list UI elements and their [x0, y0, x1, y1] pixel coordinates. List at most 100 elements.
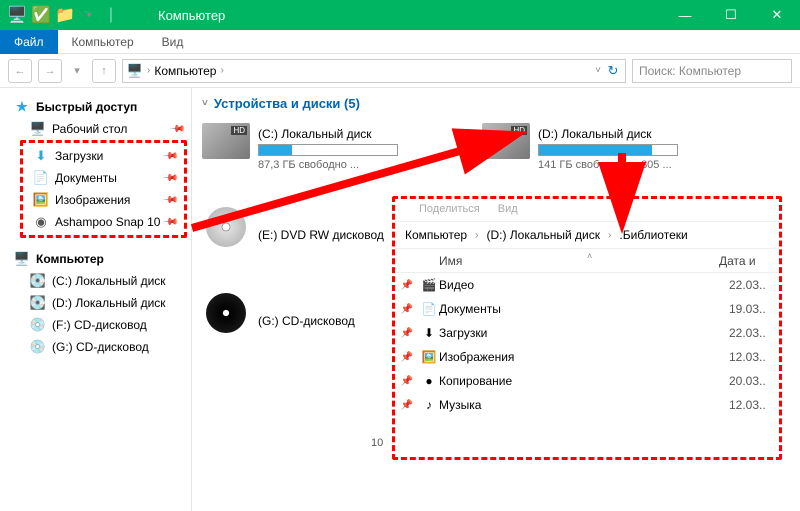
picture-icon: 🖼️: [33, 192, 49, 208]
quick-access-toolbar: 🖥️ ✅ 📁 ▾: [6, 4, 100, 26]
sidebar-item-label: (G:) CD-дисковод: [52, 340, 149, 354]
list-item[interactable]: 📌⬇Загрузки22.03..: [395, 321, 779, 345]
refresh-icon[interactable]: ↻: [605, 63, 621, 79]
sidebar-item-downloads[interactable]: ⬇ Загрузки 📌: [23, 145, 184, 167]
nav-up-button[interactable]: ↑: [92, 59, 116, 83]
computer-icon: 🖥️: [127, 63, 143, 79]
sidebar-item-label: (C:) Локальный диск: [52, 274, 166, 288]
sort-indicator-icon: ˄: [587, 251, 592, 261]
folderview-count: 10: [371, 437, 383, 449]
sidebar: ★ Быстрый доступ 🖥️ Рабочий стол 📌 ⬇ Заг…: [0, 88, 192, 511]
window-title: Компьютер: [158, 8, 225, 23]
pin-icon: 📌: [395, 376, 419, 387]
breadcrumb[interactable]: 🖥️ › Компьютер › ˅ ↻: [122, 59, 626, 83]
pin-icon: 📌: [395, 352, 419, 363]
item-name: Документы: [439, 302, 729, 316]
column-name[interactable]: Имя: [395, 254, 719, 268]
hd-icon: [482, 121, 530, 161]
drive-icon: 💽: [30, 273, 46, 289]
star-icon: ★: [14, 99, 30, 115]
desktop-icon: 🖥️: [30, 121, 46, 137]
drive-icon: 💽: [30, 295, 46, 311]
sidebar-item-label: (F:) CD-дисковод: [52, 318, 147, 332]
cd-icon: 💿: [30, 317, 46, 333]
sidebar-item-label: Ashampoo Snap 10: [55, 215, 160, 229]
pin-icon: 📌: [168, 121, 185, 138]
pin-icon: 📌: [395, 304, 419, 315]
dvd-icon: [202, 207, 250, 247]
sidebar-drive-g[interactable]: 💿 (G:) CD-дисковод: [8, 336, 191, 358]
maximize-button[interactable]: ☐: [708, 0, 754, 30]
list-item[interactable]: 📌●Копирование20.03..: [395, 369, 779, 393]
item-date: 22.03..: [729, 278, 779, 292]
qat-folder-icon[interactable]: 📁: [54, 4, 76, 26]
item-date: 12.03..: [729, 398, 779, 412]
sidebar-item-desktop[interactable]: 🖥️ Рабочий стол 📌: [8, 118, 191, 140]
folderview-window: Поделиться Вид Компьютер › (D:) Локальны…: [395, 199, 779, 457]
pin-icon: 📌: [161, 214, 178, 231]
fv-tab-share[interactable]: Поделиться: [419, 203, 480, 221]
sidebar-quick-access[interactable]: ★ Быстрый доступ: [8, 96, 191, 118]
search-input[interactable]: Поиск: Компьютер: [632, 59, 792, 83]
nav-forward-button[interactable]: →: [38, 59, 62, 83]
sidebar-quick-label: Быстрый доступ: [36, 100, 137, 114]
tab-view[interactable]: Вид: [148, 30, 198, 54]
chevron-right-icon: ›: [147, 65, 150, 76]
drive-c[interactable]: (C:) Локальный диск 87,3 ГБ свободно ...: [202, 121, 452, 177]
fv-crumb-1[interactable]: (D:) Локальный диск: [486, 228, 600, 242]
sidebar-item-documents[interactable]: 📄 Документы 📌: [23, 167, 184, 189]
drive-d[interactable]: (D:) Локальный диск 141 ГБ свободно из 8…: [482, 121, 732, 177]
qat-dropdown-icon[interactable]: ▾: [78, 4, 100, 26]
item-name: Видео: [439, 278, 729, 292]
sidebar-item-label: Загрузки: [55, 149, 103, 163]
item-date: 22.03..: [729, 326, 779, 340]
pin-icon: 📌: [395, 400, 419, 411]
folderview-columns: ˄ Имя Дата и: [395, 249, 779, 273]
annotation-highlight-quick: ⬇ Загрузки 📌 📄 Документы 📌 🖼️ Изображени…: [20, 140, 187, 238]
fv-crumb-2[interactable]: .Библиотеки: [619, 228, 687, 242]
close-button[interactable]: ✕: [754, 0, 800, 30]
computer-icon: 🖥️: [14, 251, 30, 267]
section-devices-drives[interactable]: ˅ Устройства и диски (5): [202, 96, 800, 111]
document-icon: 📄: [33, 170, 49, 186]
fv-tab-view[interactable]: Вид: [498, 203, 518, 221]
drive-free-text: 87,3 ГБ свободно ...: [258, 159, 452, 171]
breadcrumb-dropdown[interactable]: ˅: [595, 65, 601, 76]
minimize-button[interactable]: —: [662, 0, 708, 30]
folderview-breadcrumb[interactable]: Компьютер › (D:) Локальный диск › .Библи…: [395, 221, 779, 249]
qat-computer-icon[interactable]: 🖥️: [6, 4, 28, 26]
sidebar-drive-d[interactable]: 💽 (D:) Локальный диск: [8, 292, 191, 314]
item-name: Изображения: [439, 350, 729, 364]
column-date[interactable]: Дата и: [719, 254, 779, 268]
sidebar-item-ashampoo[interactable]: ◉ Ashampoo Snap 10 📌: [23, 211, 184, 233]
chevron-down-icon: ˅: [202, 98, 208, 109]
address-bar: ← → ▾ ↑ 🖥️ › Компьютер › ˅ ↻ Поиск: Комп…: [0, 54, 800, 88]
list-item[interactable]: 📌🖼️Изображения12.03..: [395, 345, 779, 369]
folderview-rows: 📌🎬Видео22.03..📌📄Документы19.03..📌⬇Загруз…: [395, 273, 779, 417]
drive-label: (C:) Локальный диск: [258, 127, 452, 141]
sidebar-item-label: Рабочий стол: [52, 122, 127, 136]
tab-file[interactable]: Файл: [0, 30, 58, 54]
sidebar-item-label: Изображения: [55, 193, 130, 207]
list-item[interactable]: 📌📄Документы19.03..: [395, 297, 779, 321]
file-type-icon: ⬇: [419, 326, 439, 340]
nav-back-button[interactable]: ←: [8, 59, 32, 83]
fv-crumb-0[interactable]: Компьютер: [405, 228, 467, 242]
ribbon: Файл Компьютер Вид: [0, 30, 800, 54]
pin-icon: 📌: [395, 328, 419, 339]
file-type-icon: 🖼️: [419, 350, 439, 364]
nav-recent-dropdown[interactable]: ▾: [68, 59, 86, 83]
breadcrumb-root[interactable]: Компьютер: [154, 64, 216, 78]
drive-usage-bar: [258, 144, 398, 156]
cd-icon: [202, 293, 250, 333]
cd-icon: 💿: [30, 339, 46, 355]
sidebar-item-pictures[interactable]: 🖼️ Изображения 📌: [23, 189, 184, 211]
sidebar-drive-c[interactable]: 💽 (C:) Локальный диск: [8, 270, 191, 292]
tab-computer[interactable]: Компьютер: [58, 30, 148, 54]
sidebar-drive-f[interactable]: 💿 (F:) CD-дисковод: [8, 314, 191, 336]
pin-icon: 📌: [161, 148, 178, 165]
list-item[interactable]: 📌♪Музыка12.03..: [395, 393, 779, 417]
sidebar-computer[interactable]: 🖥️ Компьютер: [8, 248, 191, 270]
list-item[interactable]: 📌🎬Видео22.03..: [395, 273, 779, 297]
qat-check-icon[interactable]: ✅: [30, 4, 52, 26]
